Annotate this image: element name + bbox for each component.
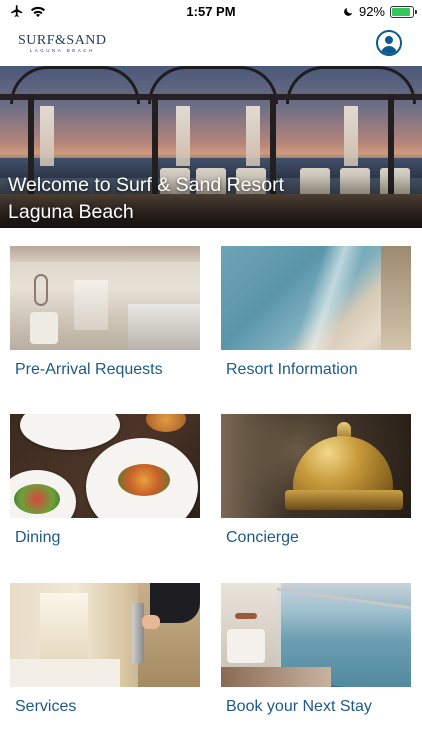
- book-next-stay-image: [221, 583, 411, 687]
- concierge-image: [221, 414, 411, 518]
- logo-text: SURF&SAND: [18, 33, 107, 48]
- app-header: SURF&SAND LAGUNA BEACH: [0, 24, 422, 66]
- services-door-handle: [132, 603, 144, 663]
- concierge-background: [221, 414, 291, 518]
- battery-charging-icon: [390, 5, 417, 18]
- tile-label: Resort Information: [226, 361, 358, 378]
- dining-image: [10, 414, 200, 518]
- account-head: [385, 36, 393, 44]
- moon-icon: [344, 7, 353, 16]
- hero-curtain: [176, 106, 190, 166]
- services-image: [10, 583, 200, 687]
- account-shoulders: [381, 46, 397, 54]
- services-hand: [142, 615, 160, 629]
- tile-services[interactable]: Services: [10, 583, 200, 733]
- tile-label: Book your Next Stay: [226, 698, 372, 715]
- food: [14, 484, 60, 514]
- account-circle-icon[interactable]: [376, 30, 402, 56]
- battery-percent: 92%: [358, 4, 385, 19]
- hero-curtain: [40, 106, 54, 166]
- resort-logo[interactable]: SURF&SAND LAGUNA BEACH: [18, 34, 107, 54]
- hero-beam: [0, 94, 422, 100]
- hero-title-line-2: Laguna Beach: [8, 201, 134, 223]
- tile-pre-arrival-requests[interactable]: Pre-Arrival Requests: [10, 246, 200, 396]
- logo-subtext: LAGUNA BEACH: [29, 48, 95, 53]
- hero-curtain: [344, 106, 358, 166]
- tile-dining[interactable]: Dining: [10, 414, 200, 564]
- battery-level: [392, 7, 411, 16]
- book-balcony-floor: [221, 667, 331, 687]
- hero-title: Welcome to Surf & Sand Resort Laguna Bea…: [8, 172, 408, 226]
- status-right: 92%: [343, 4, 417, 19]
- lobby-mirror: [34, 274, 48, 306]
- services-bed: [10, 659, 120, 687]
- food: [146, 414, 186, 432]
- lobby-chair: [30, 312, 58, 344]
- lobby-ceiling: [10, 246, 200, 262]
- resort-information-image: [221, 246, 411, 350]
- pre-arrival-image: [10, 246, 200, 350]
- tile-label: Services: [15, 698, 77, 715]
- book-chair: [227, 629, 265, 663]
- tile-book-next-stay[interactable]: Book your Next Stay: [221, 583, 411, 733]
- tile-label: Concierge: [226, 529, 299, 546]
- book-table: [235, 613, 257, 619]
- bell-dome: [293, 436, 393, 492]
- beach-cliff: [381, 246, 411, 350]
- plate: [20, 414, 120, 450]
- tile-label: Dining: [15, 529, 61, 546]
- hero-title-line-1: Welcome to Surf & Sand Resort: [8, 174, 285, 196]
- tile-resort-information[interactable]: Resort Information: [221, 246, 411, 396]
- services-window: [40, 593, 88, 661]
- status-bar: 1:57 PM 92%: [0, 0, 422, 24]
- lobby-doorway: [74, 280, 108, 330]
- hero-curtain: [246, 106, 260, 166]
- beach-foam: [292, 246, 366, 350]
- bell-base: [285, 490, 403, 510]
- food: [118, 464, 170, 496]
- tile-concierge[interactable]: Concierge: [221, 414, 411, 564]
- lobby-desk: [128, 304, 200, 350]
- tile-label: Pre-Arrival Requests: [15, 361, 163, 378]
